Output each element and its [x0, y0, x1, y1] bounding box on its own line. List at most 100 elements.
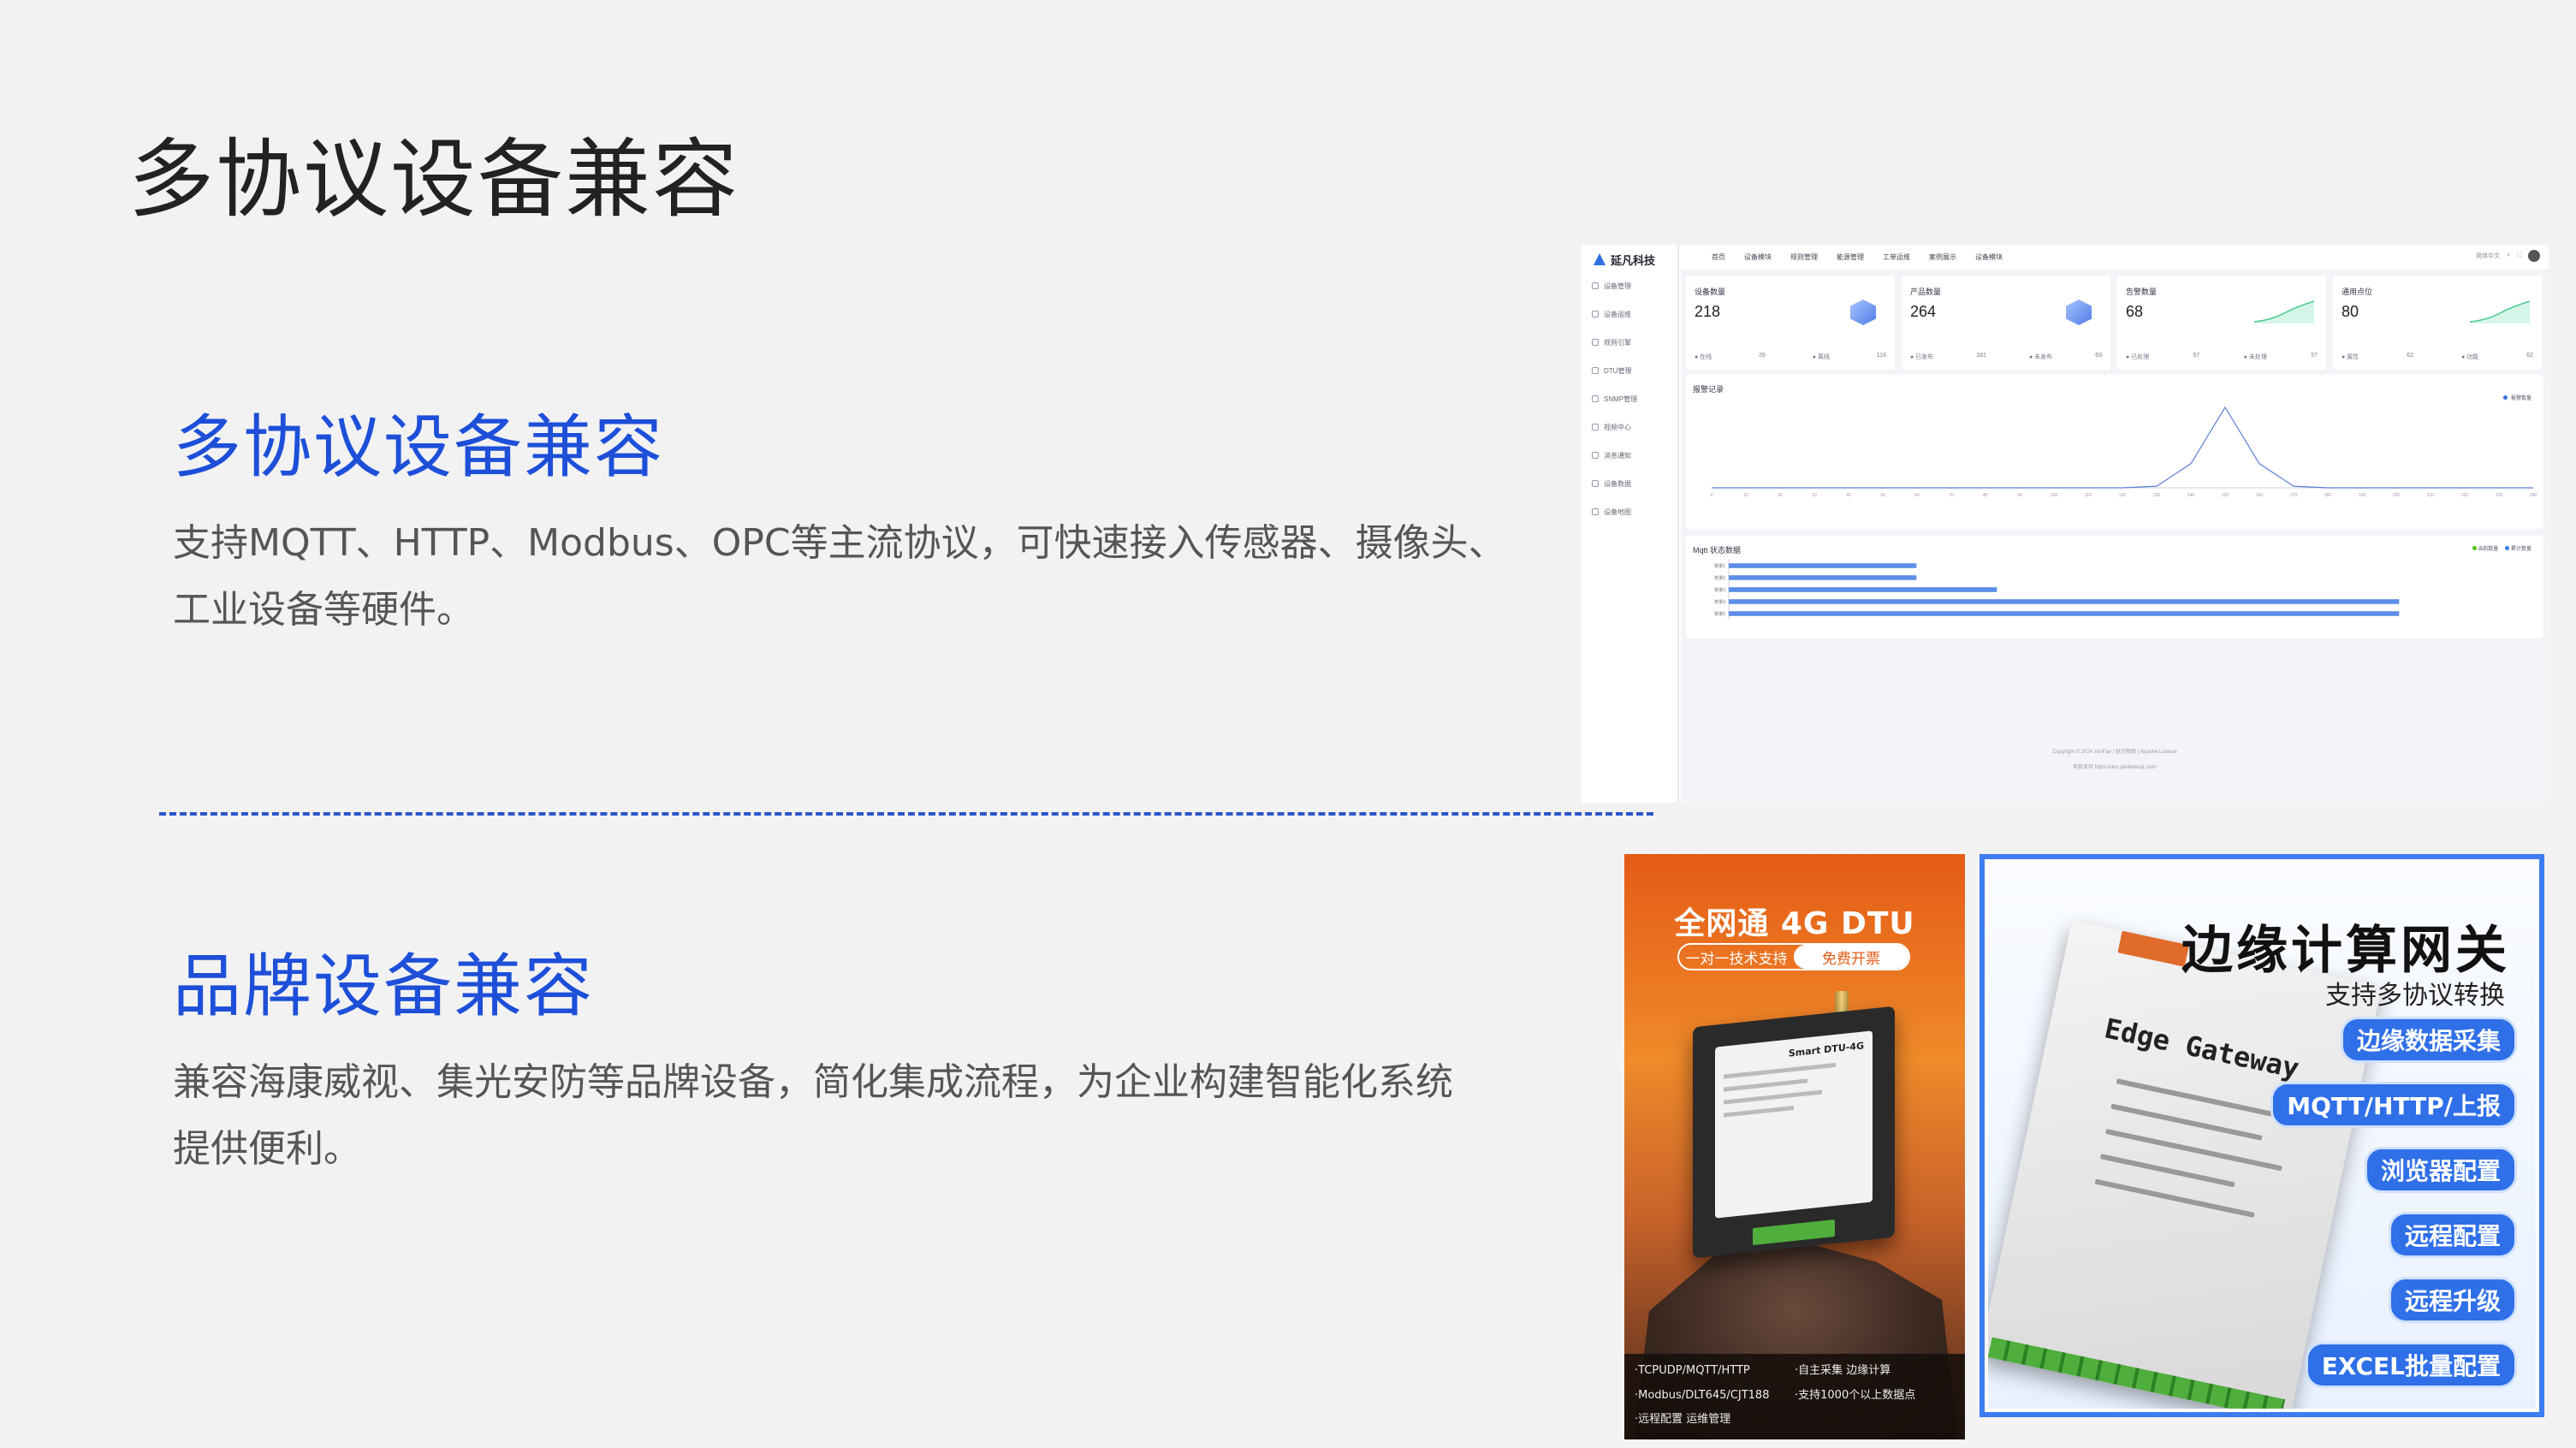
sidebar-item[interactable]: 消息通知	[1592, 447, 1631, 464]
top-nav: 首页 设备模块 规则管理 能源管理 工单运维 案例展示 设备模块	[1712, 252, 2003, 262]
stat-f1v: 181	[1976, 353, 1986, 359]
top-nav-item[interactable]: 设备模块	[1975, 252, 2003, 262]
menu-icon	[1592, 508, 1599, 515]
stat-f1v: 26	[1759, 353, 1766, 359]
brand-name: 延凡科技	[1611, 253, 1656, 267]
menu-icon	[1592, 480, 1599, 487]
x-tick-label: 200	[2393, 493, 2401, 498]
sidebar-item-label: 规则引擎	[1604, 338, 1631, 347]
section-multiprotocol-line1: 支持MQTT、HTTP、Modbus、OPC等主流协议，可快速接入传感器、摄像头…	[173, 521, 1506, 565]
gateway-feature-tag: MQTT/HTTP/上报	[2270, 1082, 2517, 1128]
dtu-feature-item: ·远程配置 运维管理	[1635, 1413, 1731, 1427]
stat-card-title: 产品数量	[1910, 288, 1942, 296]
section-multiprotocol-body: 支持MQTT、HTTP、Modbus、OPC等主流协议，可快速接入传感器、摄像头…	[173, 510, 1559, 644]
footer-copyright: Copyright © 2024 YanFan / 延凡物联 | Apache …	[2052, 750, 2177, 755]
avatar[interactable]	[2528, 250, 2540, 262]
terminal-block	[1988, 1337, 2286, 1409]
gateway-feature-tag: 浏览器配置	[2364, 1147, 2517, 1193]
sidebar-item[interactable]: DTU管理	[1592, 362, 1631, 379]
sidebar-item[interactable]: SNMP管理	[1592, 390, 1637, 407]
top-nav-item[interactable]: 首页	[1712, 252, 1725, 262]
x-tick-label: 30	[1812, 493, 1817, 498]
stat-card[interactable]: 设备数量 218 ● 在线 26 ● 离线 116	[1686, 276, 1895, 370]
alarm-panel: 报警记录 报警数量 0 10 20 30 40 50 60 70 80 90 100 110 120 13…	[1686, 375, 2543, 529]
stat-f2: ● 功能	[2460, 354, 2479, 360]
x-tick-label: 160	[2256, 493, 2264, 498]
top-nav-item[interactable]: 工单运维	[1883, 252, 1910, 262]
section-multiprotocol-title: 多协议设备兼容	[173, 407, 664, 487]
device-label-line	[1724, 1078, 1808, 1092]
alarm-panel-title: 报警记录	[1693, 385, 1724, 394]
sidebar-item[interactable]: 设备管理	[1592, 277, 1631, 294]
dtu-feature-item: ·支持1000个以上数据点	[1795, 1388, 1916, 1402]
cube-icon	[2066, 300, 2092, 325]
sparkline-icon	[2469, 298, 2531, 323]
sidebar-item[interactable]: 视频中心	[1592, 418, 1631, 436]
x-tick-label: 60	[1914, 493, 1920, 498]
stat-card-footer: ● 已处理 57 ● 未处理 57	[2126, 353, 2318, 361]
gateway-feature-tag: 边缘数据采集	[2340, 1017, 2517, 1063]
y-tick-label: 数量2	[1714, 575, 1725, 581]
sidebar-item-label: 视频中心	[1604, 423, 1631, 431]
terminal-block	[2117, 930, 2190, 967]
dtu-device-name: Smart DTU-4G	[1788, 1040, 1864, 1059]
sidebar-item[interactable]: 规则引擎	[1592, 334, 1631, 351]
terminal-block	[1753, 1219, 1835, 1246]
stat-f2: ● 离线	[1812, 354, 1830, 360]
stat-f2v: 62	[2526, 353, 2533, 359]
x-tick-label: 170	[2290, 493, 2298, 498]
menu-icon	[1592, 311, 1599, 317]
dashboard-sidebar: 延凡科技 设备管理设备运维规则引擎 DTU管理 SNMP管理视频中心消息通知设备数据…	[1582, 245, 1679, 803]
fullscreen-icon[interactable]: ⛶	[2517, 252, 2521, 259]
top-nav-item[interactable]: 案例展示	[1929, 252, 1956, 262]
stat-f2: ● 未处理	[2243, 354, 2267, 360]
top-nav-item[interactable]: 能源管理	[1837, 252, 1864, 262]
footer-link[interactable]: 项目支持 https://doc.yanfanwuji.com/	[1681, 760, 2549, 775]
stat-card-value: 264	[1910, 303, 1937, 320]
top-nav-item[interactable]: 规则管理	[1790, 252, 1818, 262]
stat-f1: ● 已处理	[2126, 354, 2150, 360]
sidebar-item[interactable]: 设备数据	[1592, 475, 1631, 492]
dtu-poster-title: 全网通 4G DTU	[1674, 906, 1915, 941]
x-tick-label: 180	[2324, 493, 2332, 498]
stat-card[interactable]: 告警数量 68 ● 已处理 57 ● 未处理 57	[2117, 276, 2326, 370]
menu-icon	[1592, 424, 1599, 430]
x-tick-label: 40	[1846, 493, 1851, 498]
mqtt-panel: Mqtt 状态数据 当前数量 累计数量 数量1 数量2 数量3 数量4 数量5	[1686, 536, 2543, 638]
sidebar-item-label: 设备地图	[1604, 507, 1631, 516]
sidebar-item-label: 设备运维	[1604, 310, 1631, 318]
menu-icon	[1592, 367, 1599, 374]
stat-card-footer: ● 属性 62 ● 功能 62	[2342, 353, 2533, 361]
sparkline-icon	[2253, 298, 2315, 323]
x-tick-label: 230	[2496, 493, 2503, 498]
dtu-feature-item: ·TCPUDP/MQTT/HTTP	[1635, 1364, 1750, 1377]
x-tick-label: 190	[2359, 493, 2366, 498]
stat-card-title: 告警数量	[2126, 288, 2158, 296]
sidebar-item[interactable]: 设备运维	[1592, 306, 1631, 323]
stat-f2v: 63	[2095, 353, 2102, 359]
top-right: 简体中文 ⌕ ⛶	[2476, 250, 2540, 262]
dtu-poster: 全网通 4G DTU 一对一技术支持 免费开票 Smart DTU-4G ·TC…	[1624, 854, 1965, 1439]
sidebar-item-label: DTU管理	[1604, 366, 1632, 375]
top-nav-item[interactable]: 设备模块	[1744, 252, 1772, 262]
stat-card-title: 设备数量	[1695, 288, 1726, 296]
section-brand-body: 兼容海康威视、集光安防等品牌设备，简化集成流程，为企业构建智能化系统 提供便利。	[173, 1049, 1559, 1183]
dtu-poster-pill: 一对一技术支持 免费开票	[1677, 943, 1910, 970]
stat-card[interactable]: 通用点位 80 ● 属性 62 ● 功能 62	[2333, 276, 2542, 370]
menu-icon	[1592, 452, 1599, 459]
sidebar-item[interactable]: 设备地图	[1592, 503, 1631, 520]
stat-card[interactable]: 产品数量 264 ● 已发布 181 ● 未发布 63	[1902, 276, 2110, 370]
bar	[1729, 575, 1917, 580]
page-title: 多协议设备兼容	[128, 129, 739, 229]
gateway-feature-tag: EXCEL批量配置	[2305, 1342, 2517, 1388]
gateway-poster: Edge Gateway 边缘计算网关 支持多协议转换 边缘数据采集 MQTT/H…	[1979, 854, 2544, 1417]
alarm-line-chart: 0 10 20 30 40 50 60 70 80 90 100 110 120 130 140 150 160…	[1711, 406, 2537, 498]
x-tick-label: 100	[2051, 493, 2058, 498]
dtu-feature-list: ·TCPUDP/MQTT/HTTP ·自主采集 边缘计算 ·Modbus/DLT64…	[1624, 1354, 1965, 1439]
gateway-feature-tag: 远程配置	[2388, 1212, 2517, 1258]
mqtt-bar-chart: 数量1 数量2 数量3 数量4 数量5	[1714, 560, 2400, 620]
search-icon[interactable]: ⌕	[2507, 252, 2510, 259]
stat-card-value: 218	[1695, 303, 1721, 320]
language-select[interactable]: 简体中文	[2476, 252, 2500, 260]
stat-f2: ● 未发布	[2028, 354, 2053, 360]
